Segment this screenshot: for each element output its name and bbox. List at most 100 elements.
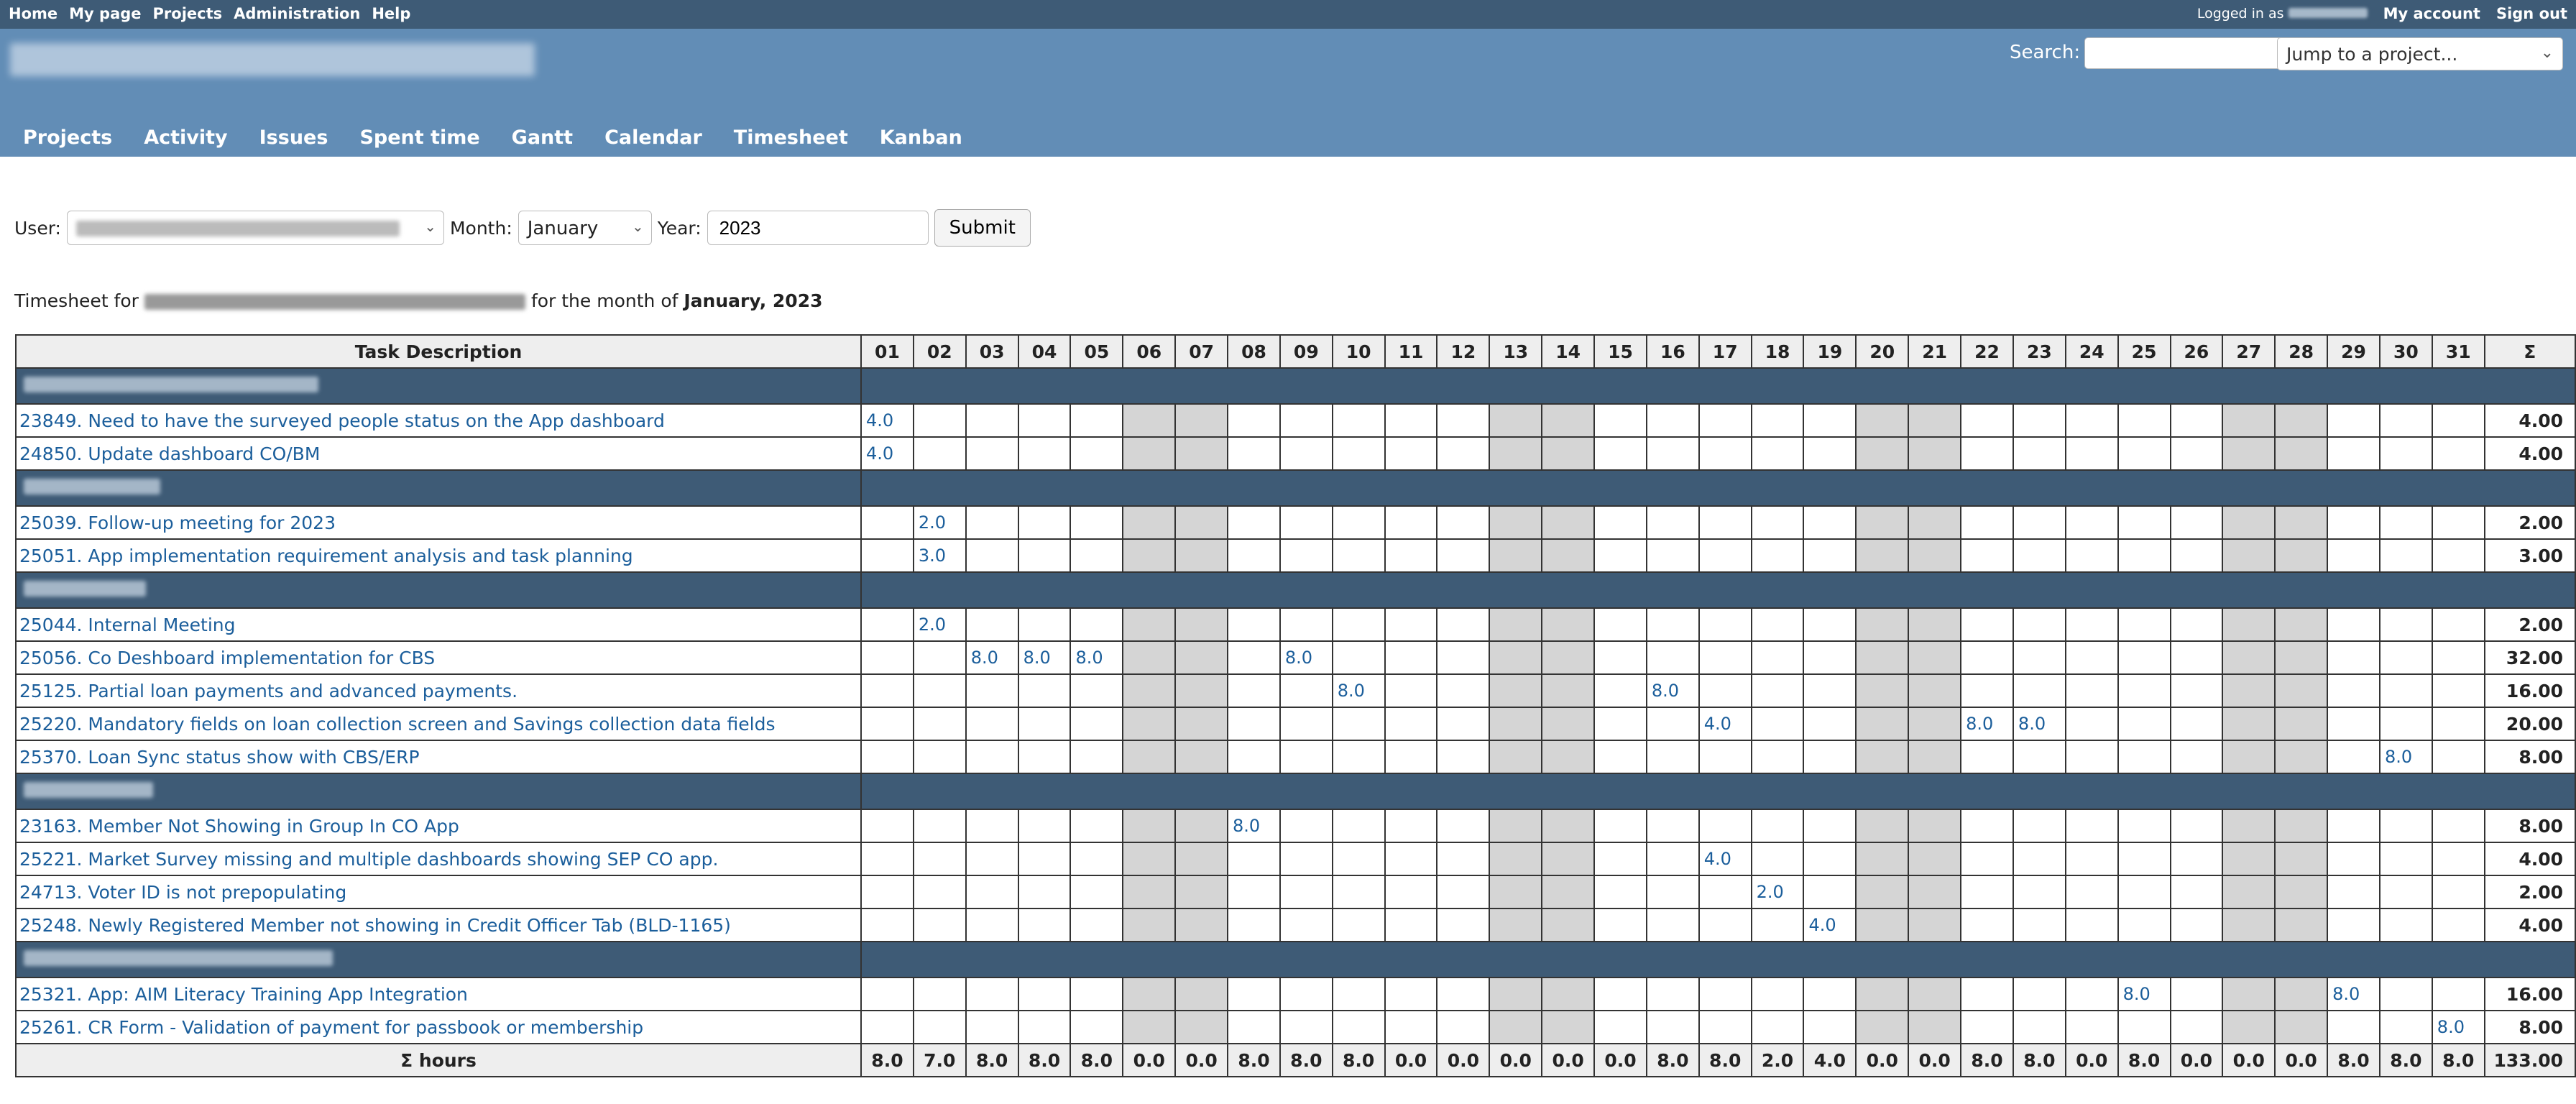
sign-out-link[interactable]: Sign out: [2496, 5, 2567, 22]
day-cell[interactable]: 8.0: [2327, 977, 2380, 1011]
day-cell: [860, 809, 914, 843]
day-cell[interactable]: 4.0: [1698, 707, 1752, 741]
tab-issues[interactable]: Issues: [259, 126, 328, 149]
day-cell: [2378, 1010, 2433, 1044]
day-cell: [1070, 908, 1124, 942]
user-select[interactable]: ⌄: [66, 211, 444, 245]
day-cell[interactable]: 2.0: [912, 505, 967, 540]
task-link[interactable]: 23163. Member Not Showing in Group In CO…: [14, 809, 862, 843]
day-header: 01: [860, 334, 914, 369]
task-link[interactable]: 25248. Newly Registered Member not showi…: [14, 908, 862, 942]
day-cell: [2064, 908, 2119, 942]
top-menu-home[interactable]: Home: [9, 5, 58, 22]
day-cell: [1070, 740, 1124, 774]
top-menu-administration[interactable]: Administration: [234, 5, 360, 22]
jump-to-project-label: Jump to a project...: [2286, 44, 2458, 65]
day-header: 18: [1750, 334, 1805, 369]
tab-calendar[interactable]: Calendar: [604, 126, 702, 149]
day-cell: [2378, 842, 2433, 876]
top-menu-projects[interactable]: Projects: [153, 5, 223, 22]
day-cell: [1489, 977, 1543, 1011]
day-cell[interactable]: 8.0: [1279, 640, 1333, 675]
day-cell: [965, 707, 1019, 741]
main-menu: Projects Activity Issues Spent time Gant…: [23, 126, 962, 149]
tab-spent-time[interactable]: Spent time: [359, 126, 479, 149]
tab-projects[interactable]: Projects: [23, 126, 112, 149]
day-cell: [2012, 842, 2066, 876]
day-cell[interactable]: 2.0: [1750, 875, 1805, 909]
task-link[interactable]: 25321. App: AIM Literacy Training App In…: [14, 977, 862, 1011]
day-cell[interactable]: 8.0: [1331, 673, 1386, 708]
tab-kanban[interactable]: Kanban: [880, 126, 962, 149]
task-link[interactable]: 25370. Loan Sync status show with CBS/ER…: [14, 740, 862, 774]
day-cell: [1855, 607, 1910, 642]
day-cell: [1593, 977, 1647, 1011]
tab-gantt[interactable]: Gantt: [512, 126, 573, 149]
day-cell: [912, 875, 967, 909]
day-cell[interactable]: 8.0: [965, 640, 1019, 675]
day-cell: [2169, 505, 2224, 540]
day-cell: [860, 607, 914, 642]
day-total: 0.0: [1436, 1043, 1491, 1077]
day-cell: [2117, 403, 2171, 438]
day-cell: [1384, 842, 1438, 876]
day-cell[interactable]: 2.0: [912, 607, 967, 642]
task-link[interactable]: 25221. Market Survey missing and multipl…: [14, 842, 862, 876]
day-cell: [1174, 436, 1229, 471]
day-cell: [860, 707, 914, 741]
tab-activity[interactable]: Activity: [144, 126, 227, 149]
top-menu-my-page[interactable]: My page: [69, 5, 141, 22]
day-cell[interactable]: 3.0: [912, 538, 967, 573]
task-link[interactable]: 25125. Partial loan payments and advance…: [14, 673, 862, 708]
day-cell: [1174, 640, 1229, 675]
day-cell[interactable]: 8.0: [1227, 809, 1281, 843]
task-link[interactable]: 25039. Follow-up meeting for 2023: [14, 505, 862, 540]
jump-to-project-select[interactable]: Jump to a project... ⌄: [2277, 37, 2563, 70]
day-cell: [1960, 436, 2014, 471]
task-link[interactable]: 25220. Mandatory fields on loan collecti…: [14, 707, 862, 741]
day-cell[interactable]: 8.0: [1960, 707, 2014, 741]
task-link[interactable]: 25051. App implementation requirement an…: [14, 538, 862, 573]
day-cell[interactable]: 4.0: [1803, 908, 1857, 942]
day-cell: [860, 538, 914, 573]
tab-timesheet[interactable]: Timesheet: [734, 126, 848, 149]
day-header: 06: [1122, 334, 1177, 369]
day-cell[interactable]: 8.0: [2012, 707, 2066, 741]
day-cell[interactable]: 4.0: [860, 436, 914, 471]
submit-button[interactable]: Submit: [934, 209, 1031, 247]
day-cell: [1750, 908, 1805, 942]
day-cell: [1593, 875, 1647, 909]
day-cell: [1436, 875, 1491, 909]
day-cell: [2327, 538, 2380, 573]
day-cell[interactable]: 8.0: [2431, 1010, 2485, 1044]
my-account-link[interactable]: My account: [2383, 5, 2480, 22]
task-link[interactable]: 25056. Co Deshboard implementation for C…: [14, 640, 862, 675]
day-cell: [2378, 908, 2433, 942]
task-link[interactable]: 24713. Voter ID is not prepopulating: [14, 875, 862, 909]
task-link[interactable]: 25261. CR Form - Validation of payment f…: [14, 1010, 862, 1044]
task-link[interactable]: 25044. Internal Meeting: [14, 607, 862, 642]
day-cell[interactable]: 8.0: [1070, 640, 1124, 675]
day-cell[interactable]: 8.0: [2378, 740, 2433, 774]
year-input[interactable]: [707, 211, 929, 245]
month-select[interactable]: January ⌄: [518, 211, 652, 245]
top-menu-help[interactable]: Help: [372, 5, 410, 22]
day-cell: [1279, 842, 1333, 876]
day-cell: [1698, 436, 1752, 471]
task-link[interactable]: 24850. Update dashboard CO/BM: [14, 436, 862, 471]
day-cell: [1698, 403, 1752, 438]
day-header: 11: [1384, 334, 1438, 369]
day-cell: [2222, 607, 2276, 642]
day-cell: [2169, 809, 2224, 843]
day-cell: [860, 875, 914, 909]
day-cell[interactable]: 4.0: [1698, 842, 1752, 876]
day-cell: [1436, 673, 1491, 708]
day-cell[interactable]: 8.0: [1645, 673, 1700, 708]
group-row-fill: [860, 367, 2576, 405]
task-link[interactable]: 23849. Need to have the surveyed people …: [14, 403, 862, 438]
day-cell[interactable]: 8.0: [2117, 977, 2171, 1011]
day-cell[interactable]: 4.0: [860, 403, 914, 438]
day-cell: [1750, 607, 1805, 642]
day-cell[interactable]: 8.0: [1017, 640, 1072, 675]
day-cell: [2274, 842, 2329, 876]
